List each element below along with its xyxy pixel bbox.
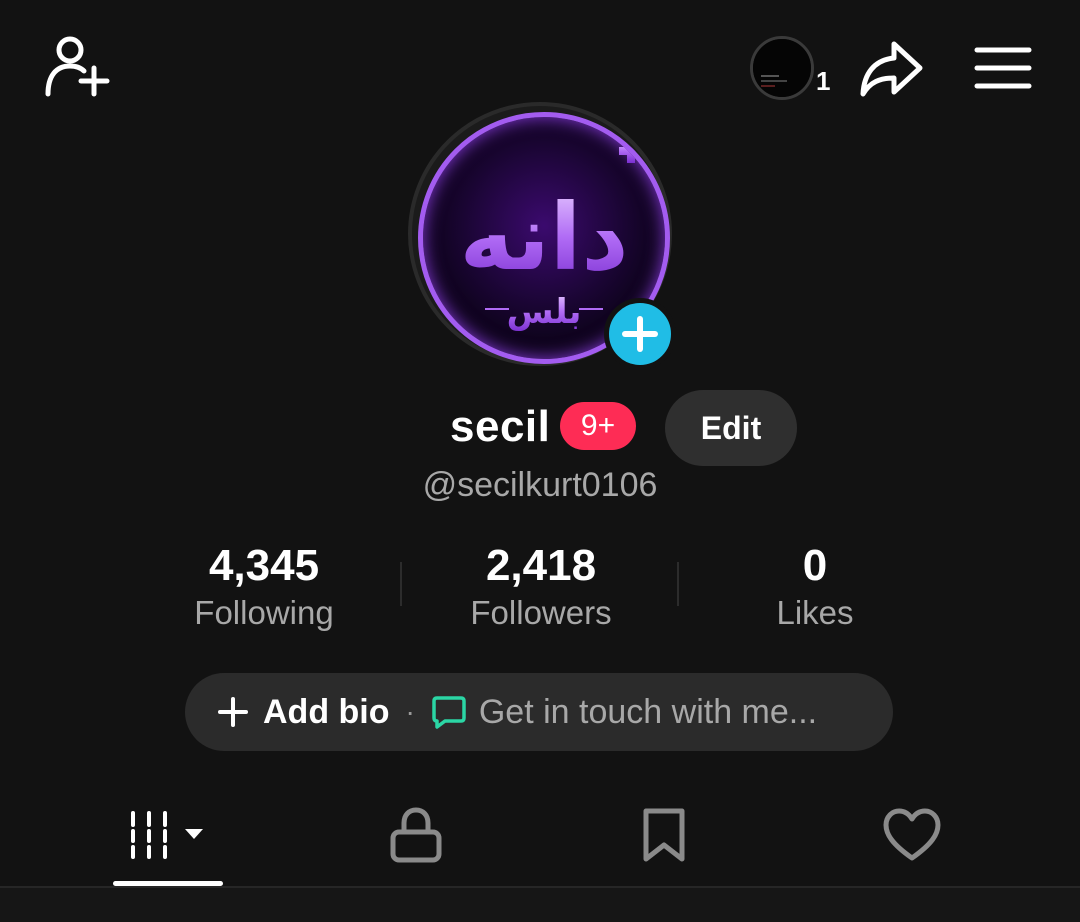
stat-divider — [400, 562, 402, 606]
stat-divider — [677, 562, 679, 606]
share-button[interactable] — [858, 38, 926, 100]
followers-label: Followers — [470, 594, 612, 631]
content-tabs — [0, 790, 1080, 886]
username-handle: @secilkurt0106 — [422, 466, 658, 504]
heart-icon — [883, 808, 941, 861]
stat-following[interactable]: 4,345 Following — [164, 540, 364, 634]
display-name: secil — [450, 402, 551, 451]
tab-liked[interactable] — [864, 798, 960, 872]
avatar-container: دانه بلس — [408, 102, 676, 370]
svg-text:دانه: دانه — [459, 184, 628, 291]
tab-videos[interactable] — [112, 798, 224, 872]
person-add-icon — [45, 36, 110, 97]
content-area — [0, 888, 1080, 922]
following-count: 4,345 — [208, 541, 320, 590]
add-avatar-button[interactable] — [604, 298, 676, 370]
story-preview-icon — [753, 39, 811, 97]
plus-icon — [218, 697, 248, 727]
contact-info-button[interactable]: Get in touch with me... — [479, 693, 817, 732]
following-label: Following — [194, 594, 334, 631]
bio-bar: Add bio · Get in touch with me... — [185, 673, 893, 751]
svg-text:بلس: بلس — [507, 292, 582, 332]
story-count: 1 — [816, 66, 831, 96]
menu-button[interactable] — [974, 44, 1032, 92]
likes-label: Likes — [776, 594, 854, 631]
profile-screen: 1 دانه بلس secil 9+ Edit @secilkurt0106 … — [0, 0, 1080, 922]
edit-profile-button[interactable]: Edit — [665, 390, 797, 466]
name-row: secil 9+ Edit — [0, 390, 1080, 466]
bio-separator: · — [405, 696, 415, 727]
followers-count: 2,418 — [485, 541, 597, 590]
tab-private[interactable] — [368, 798, 464, 872]
plus-icon — [622, 316, 658, 352]
chat-bubble-icon — [432, 696, 466, 729]
story-thumbnail[interactable] — [750, 36, 814, 100]
share-arrow-icon — [860, 41, 923, 97]
hamburger-menu-icon — [974, 47, 1032, 89]
tab-saved[interactable] — [616, 798, 712, 872]
stat-likes[interactable]: 0 Likes — [740, 540, 890, 634]
add-friend-button[interactable] — [40, 36, 112, 100]
add-bio-button[interactable]: Add bio — [263, 693, 390, 732]
bookmark-icon — [643, 808, 685, 862]
stat-followers[interactable]: 2,418 Followers — [440, 540, 642, 634]
notification-badge[interactable]: 9+ — [560, 402, 636, 450]
likes-count: 0 — [802, 541, 828, 590]
lock-icon — [390, 807, 442, 863]
grid-columns-icon — [131, 811, 203, 859]
